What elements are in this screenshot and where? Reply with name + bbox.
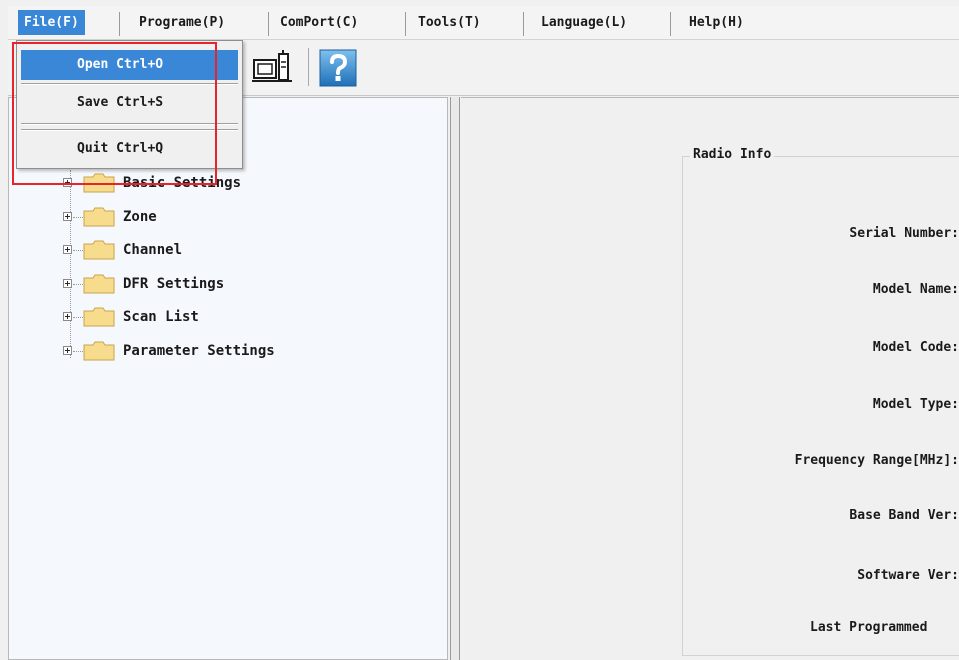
expand-icon[interactable]	[63, 346, 72, 355]
tree-item-label: Zone	[123, 209, 157, 225]
menu-separator	[523, 12, 524, 36]
tree-item-label: Basic Settings	[123, 175, 242, 191]
radio-info-fields: Serial Number: Model Name: Model Code: M…	[700, 0, 959, 660]
folder-icon	[83, 173, 115, 193]
menu-separator	[405, 12, 406, 36]
model-name-label: Model Name:	[872, 282, 959, 297]
file-dropdown-menu: Open Ctrl+O Save Ctrl+S Quit Ctrl+Q	[16, 40, 243, 169]
folder-icon	[83, 274, 115, 294]
expand-icon[interactable]	[63, 312, 72, 321]
application-window: File(F) Programe(P) ComPort(C) Tools(T) …	[0, 0, 959, 660]
expand-icon[interactable]	[63, 212, 72, 221]
menu-tools[interactable]: Tools(T)	[412, 10, 487, 35]
menu-item-open-label: Open Ctrl+O	[77, 57, 164, 72]
dropdown-separator	[21, 123, 238, 125]
pane-splitter[interactable]	[450, 97, 460, 660]
expand-icon[interactable]	[63, 178, 72, 187]
folder-icon	[83, 240, 115, 260]
last-programmed-label: Last Programmed	[810, 620, 928, 635]
software-ver-label: Software Ver:	[857, 568, 959, 583]
menu-item-quit[interactable]: Quit Ctrl+Q	[21, 134, 238, 164]
tree-item-label: Scan List	[123, 309, 199, 325]
frequency-range-label: Frequency Range[MHz]:	[794, 453, 959, 468]
tree-panel: Basic Settings Zone Channel DFR Settings…	[8, 97, 448, 660]
tree-item-label: Channel	[123, 242, 183, 258]
tree-connector	[70, 170, 71, 358]
folder-icon	[83, 307, 115, 327]
expand-icon[interactable]	[63, 279, 72, 288]
expand-icon[interactable]	[63, 245, 72, 254]
dropdown-separator	[21, 129, 238, 131]
dropdown-separator	[21, 83, 238, 85]
menu-language[interactable]: Language(L)	[535, 10, 633, 35]
serial-number-label: Serial Number:	[849, 226, 959, 241]
tree-item-label: Parameter Settings	[123, 343, 275, 359]
tree-item-label: DFR Settings	[123, 276, 225, 292]
model-code-label: Model Code:	[872, 340, 959, 355]
menu-separator	[119, 12, 120, 36]
menu-item-save[interactable]: Save Ctrl+S	[21, 88, 238, 118]
menu-item-quit-label: Quit Ctrl+Q	[77, 141, 164, 156]
menu-item-save-label: Save Ctrl+S	[77, 95, 164, 110]
menu-separator	[268, 12, 269, 36]
menu-item-open[interactable]: Open Ctrl+O	[21, 50, 238, 80]
menu-programe[interactable]: Programe(P)	[133, 10, 231, 35]
read-radio-icon[interactable]	[252, 48, 292, 88]
menu-comport[interactable]: ComPort(C)	[274, 10, 364, 35]
folder-icon	[83, 341, 115, 361]
model-type-label: Model Type:	[872, 397, 959, 412]
help-icon[interactable]	[318, 48, 358, 88]
menu-separator	[670, 12, 671, 36]
menu-file[interactable]: File(F)	[18, 10, 85, 35]
folder-icon	[83, 207, 115, 227]
base-band-ver-label: Base Band Ver:	[849, 508, 959, 523]
toolbar-separator	[308, 48, 309, 86]
